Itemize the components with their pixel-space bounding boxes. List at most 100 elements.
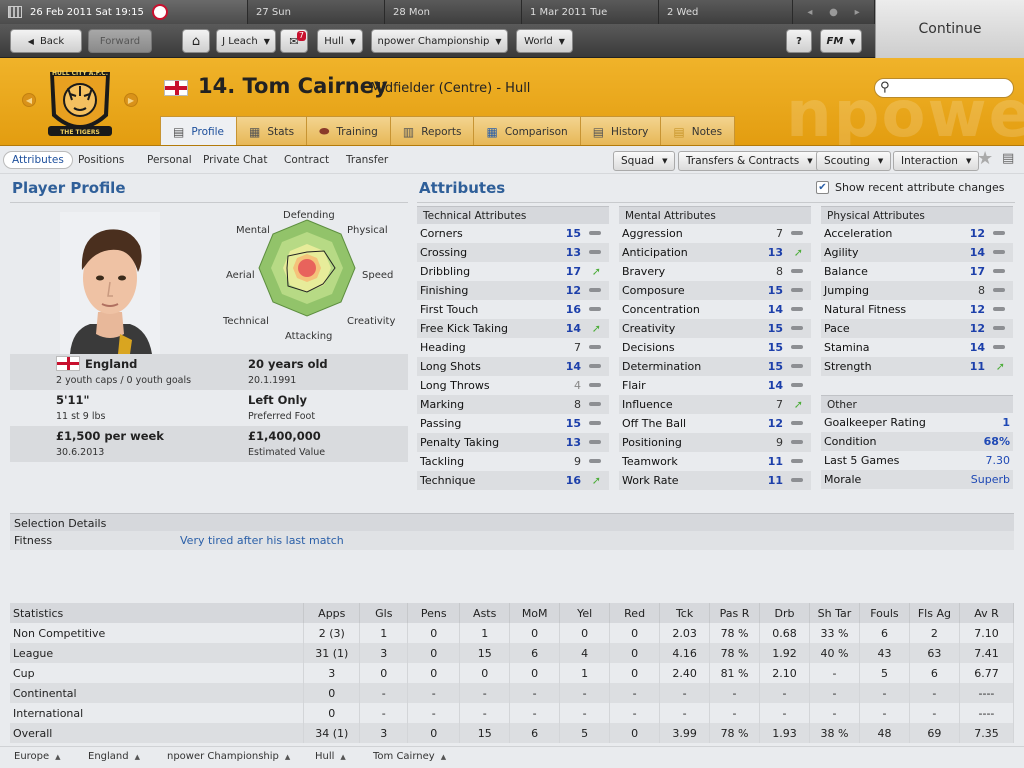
attribute-row[interactable]: Technique 16 ➚ — [417, 471, 609, 490]
day-cell[interactable]: 1 Mar 2011 Tue — [522, 0, 659, 24]
attribute-row[interactable]: Finishing 12 — [417, 281, 609, 300]
interaction-menu[interactable]: Interaction ▼ — [893, 151, 980, 171]
stats-column-header[interactable]: Red — [609, 603, 661, 623]
home-button[interactable]: ⌂ — [182, 29, 210, 53]
breadcrumb-item[interactable]: England ▲ — [88, 751, 140, 762]
fm-menu[interactable]: FM ▼ — [820, 29, 862, 53]
scouting-menu[interactable]: Scouting ▼ — [816, 151, 892, 171]
star-icon[interactable]: ★ — [977, 148, 993, 169]
stats-column-header[interactable]: Sh Tar — [809, 603, 860, 623]
attribute-row[interactable]: Goalkeeper Rating 1 — [821, 413, 1013, 432]
manager-menu[interactable]: J Leach ▼ — [216, 29, 276, 53]
table-row[interactable]: Non Competitive 2 (3) 1 0 1 0 0 0 2.03 78 % 0.68 33… — [10, 623, 1015, 643]
attribute-row[interactable]: First Touch 16 — [417, 300, 609, 319]
transfers-contracts-menu[interactable]: Transfers & Contracts ▼ — [678, 151, 821, 171]
day-cell[interactable]: 2 Wed — [659, 0, 793, 24]
next-player-icon[interactable]: ▶ — [124, 93, 138, 107]
attribute-row[interactable]: Determination 15 — [619, 357, 811, 376]
day-cell[interactable]: 28 Mon — [385, 0, 522, 24]
attribute-row[interactable]: Morale Superb — [821, 470, 1013, 489]
next-day-icon[interactable]: ▸ — [855, 7, 860, 18]
prev-player-icon[interactable]: ◀ — [22, 93, 36, 107]
table-row[interactable]: Overall 34 (1) 3 0 15 6 5 0 3.99 78 % 1.93 38 % 48 69… — [10, 723, 1015, 743]
current-date[interactable]: 26 Feb 2011 Sat 19:15 — [0, 0, 248, 24]
attribute-row[interactable]: Aggression 7 — [619, 224, 811, 243]
subnav-private-chat[interactable]: Private Chat — [195, 151, 275, 169]
attribute-row[interactable]: Natural Fitness 12 — [821, 300, 1013, 319]
attribute-row[interactable]: Work Rate 11 — [619, 471, 811, 490]
attribute-row[interactable]: Teamwork 11 — [619, 452, 811, 471]
tab-history[interactable]: ▤ History — [579, 116, 662, 145]
tab-training[interactable]: ⬬ Training — [306, 116, 391, 145]
stats-column-header[interactable]: Pens — [407, 603, 461, 623]
stats-column-header[interactable]: Asts — [459, 603, 511, 623]
stats-column-header[interactable]: Statistics — [10, 603, 305, 623]
inbox-button[interactable]: ✉ 7 — [280, 29, 308, 53]
attribute-row[interactable]: Composure 15 — [619, 281, 811, 300]
attribute-row[interactable]: Crossing 13 — [417, 243, 609, 262]
competition-menu[interactable]: npower Championship ▼ — [371, 29, 508, 53]
attribute-row[interactable]: Concentration 14 — [619, 300, 811, 319]
attribute-row[interactable]: Dribbling 17 ➚ — [417, 262, 609, 281]
table-row[interactable]: Cup 3 0 0 0 0 1 0 2.40 81 % 2.10-5 6 6.77 — [10, 663, 1015, 683]
back-button[interactable]: ◀ Back — [10, 29, 82, 53]
attribute-row[interactable]: Corners 15 — [417, 224, 609, 243]
attribute-row[interactable]: Acceleration 12 — [821, 224, 1013, 243]
tab-stats[interactable]: ▦ Stats — [236, 116, 308, 145]
table-row[interactable]: Continental 0- - - - - - - - - - - - ---- — [10, 683, 1015, 703]
day-cell[interactable]: 27 Sun — [248, 0, 385, 24]
stats-column-header[interactable]: Drb — [759, 603, 810, 623]
attribute-row[interactable]: Anticipation 13 ➚ — [619, 243, 811, 262]
stats-column-header[interactable]: Fls Ag — [909, 603, 960, 623]
stats-column-header[interactable]: Pas R — [709, 603, 761, 623]
help-button[interactable]: ? — [786, 29, 812, 53]
attribute-row[interactable]: Long Throws 4 — [417, 376, 609, 395]
continue-button[interactable]: Continue — [875, 0, 1024, 58]
attribute-row[interactable]: Off The Ball 12 — [619, 414, 811, 433]
attribute-row[interactable]: Bravery 8 — [619, 262, 811, 281]
club-menu[interactable]: Hull ▼ — [317, 29, 363, 53]
attribute-row[interactable]: Heading 7 — [417, 338, 609, 357]
breadcrumb-item[interactable]: Tom Cairney ▲ — [373, 751, 446, 762]
attribute-row[interactable]: Strength 11 ➚ — [821, 357, 1013, 376]
attribute-row[interactable]: Balance 17 — [821, 262, 1013, 281]
prev-day-icon[interactable]: ◂ — [807, 7, 812, 18]
stats-column-header[interactable]: Fouls — [859, 603, 910, 623]
breadcrumb-item[interactable]: Europe ▲ — [14, 751, 61, 762]
attribute-row[interactable]: Free Kick Taking 14 ➚ — [417, 319, 609, 338]
world-menu[interactable]: World ▼ — [516, 29, 573, 53]
attribute-row[interactable]: Creativity 15 — [619, 319, 811, 338]
attribute-row[interactable]: Stamina 14 — [821, 338, 1013, 357]
stats-column-header[interactable]: Yel — [559, 603, 611, 623]
breadcrumb-item[interactable]: Hull ▲ — [315, 751, 346, 762]
add-note-icon[interactable]: ▤ — [1002, 151, 1014, 166]
stats-column-header[interactable]: Tck — [659, 603, 711, 623]
subnav-transfer[interactable]: Transfer — [338, 151, 396, 169]
breadcrumb-item[interactable]: npower Championship ▲ — [167, 751, 290, 762]
attribute-row[interactable]: Penalty Taking 13 — [417, 433, 609, 452]
show-recent-changes-checkbox[interactable]: ✔ — [816, 181, 829, 194]
tab-comparison[interactable]: ▦ Comparison — [473, 116, 581, 145]
table-row[interactable]: League 31 (1) 3 0 15 6 4 0 4.16 78 % 1.92 40 % 43 63 7… — [10, 643, 1015, 663]
tab-notes[interactable]: ▤ Notes — [660, 116, 736, 145]
attribute-row[interactable]: Agility 14 — [821, 243, 1013, 262]
attribute-row[interactable]: Influence 7 ➚ — [619, 395, 811, 414]
search-input[interactable] — [874, 78, 1014, 98]
attribute-row[interactable]: Condition 68% — [821, 432, 1013, 451]
today-dot-icon[interactable]: ● — [829, 7, 838, 18]
stats-column-header[interactable]: Gls — [359, 603, 409, 623]
attribute-row[interactable]: Last 5 Games 7.30 — [821, 451, 1013, 470]
attribute-row[interactable]: Marking 8 — [417, 395, 609, 414]
tab-reports[interactable]: ▥ Reports — [389, 116, 475, 145]
subnav-attributes[interactable]: Attributes — [3, 151, 73, 169]
attribute-row[interactable]: Positioning 9 — [619, 433, 811, 452]
subnav-positions[interactable]: Positions — [70, 151, 132, 169]
squad-menu[interactable]: Squad ▼ — [613, 151, 676, 171]
tab-profile[interactable]: ▤ Profile — [160, 116, 237, 145]
attribute-row[interactable]: Passing 15 — [417, 414, 609, 433]
table-row[interactable]: International 0- - - - - - - - - - - - ---- — [10, 703, 1015, 723]
nationality[interactable]: England — [85, 357, 137, 371]
attribute-row[interactable]: Decisions 15 — [619, 338, 811, 357]
attribute-row[interactable]: Pace 12 — [821, 319, 1013, 338]
stats-column-header[interactable]: MoM — [509, 603, 561, 623]
